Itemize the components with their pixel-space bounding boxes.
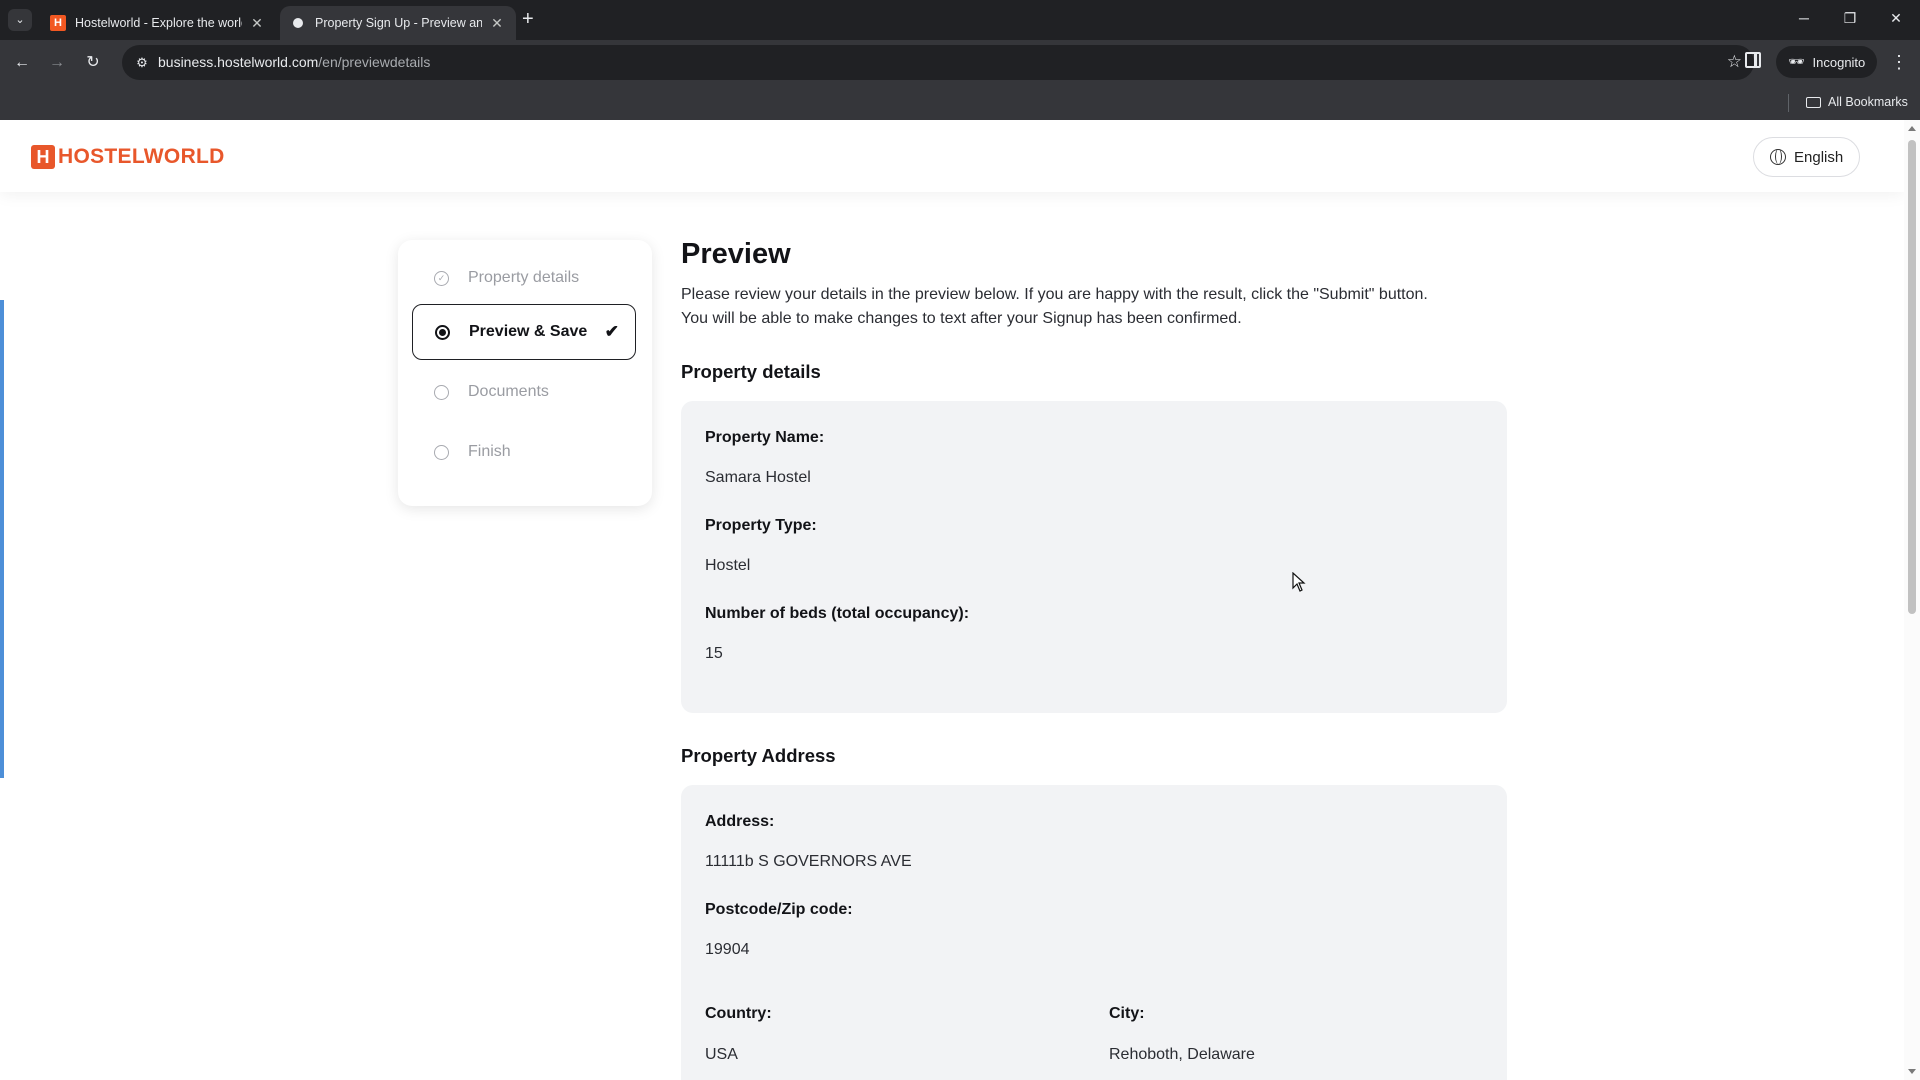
browser-tab-bar: ⌄ H Hostelworld - Explore the world ✕ Pr… — [0, 0, 1920, 40]
postcode-value: 19904 — [705, 941, 750, 958]
check-circle-icon: ✓ — [434, 270, 449, 286]
property-address-panel: Address: 11111b S GOVERNORS AVE Postcode… — [681, 785, 1507, 1080]
scroll-up-arrow-icon[interactable] — [1908, 126, 1916, 131]
postcode-label: Postcode/Zip code: — [705, 901, 853, 918]
close-window-icon[interactable]: ✕ — [1886, 10, 1906, 27]
close-tab-icon[interactable]: ✕ — [248, 15, 266, 32]
site-settings-icon[interactable]: ⚙ — [132, 53, 152, 73]
step-label: Preview & Save — [469, 323, 588, 340]
tab-title: Hostelworld - Explore the world — [75, 16, 242, 30]
logo-mark-icon: H — [31, 145, 55, 169]
step-label: Property details — [468, 269, 580, 286]
minimize-icon[interactable]: ─ — [1794, 10, 1814, 26]
signup-stepper: ✓ Property details Preview & Save ✔ Docu… — [398, 240, 652, 506]
all-bookmarks-label: All Bookmarks — [1828, 95, 1908, 109]
restore-icon[interactable]: ❐ — [1840, 10, 1860, 27]
tab-hostelworld[interactable]: H Hostelworld - Explore the world ✕ — [40, 6, 276, 40]
reload-icon[interactable]: ↻ — [81, 51, 105, 75]
back-icon[interactable]: ← — [10, 51, 34, 75]
browser-menu-icon[interactable]: ⋮ — [1890, 51, 1908, 73]
page-scrollbar[interactable] — [1904, 120, 1920, 1080]
address-label: Address: — [705, 813, 775, 830]
checkmark-icon: ✔ — [604, 322, 619, 341]
property-details-heading: Property details — [681, 361, 821, 382]
intro-line-1: Please review your details in the previe… — [681, 286, 1428, 303]
url-host: business.hostelworld.com — [158, 54, 319, 70]
tab-property-signup[interactable]: Property Sign Up - Preview and Save ✕ — [280, 6, 516, 40]
step-label: Finish — [468, 443, 511, 460]
scroll-down-arrow-icon[interactable] — [1908, 1069, 1916, 1074]
url-text[interactable]: business.hostelworld.com/en/previewdetai… — [158, 54, 430, 70]
number-of-beds-value: 15 — [705, 645, 723, 662]
step-finish[interactable]: Finish — [412, 424, 636, 480]
radio-selected-icon — [435, 324, 450, 340]
radio-empty-icon — [434, 444, 449, 460]
step-documents[interactable]: Documents — [412, 364, 636, 420]
bookmarks-bar: All Bookmarks — [0, 86, 1920, 120]
step-property-details[interactable]: ✓ Property details — [412, 250, 636, 306]
tab-search-button[interactable]: ⌄ — [8, 9, 32, 31]
city-label: City: — [1109, 1005, 1145, 1022]
address-value: 11111b S GOVERNORS AVE — [705, 853, 912, 870]
site-header: H HOSTELWORLD English — [0, 120, 1904, 192]
loading-dot-icon — [293, 18, 303, 28]
page-viewport: H HOSTELWORLD English ✓ Property details… — [0, 120, 1920, 1080]
country-value: USA — [705, 1046, 738, 1063]
forward-icon[interactable]: → — [45, 51, 69, 75]
property-type-value: Hostel — [705, 557, 751, 574]
bookmarks-divider — [1788, 94, 1789, 112]
page-title: Preview — [681, 238, 791, 270]
globe-icon — [1770, 149, 1786, 165]
tab-title: Property Sign Up - Preview and Save — [315, 16, 482, 30]
property-address-heading: Property Address — [681, 745, 836, 766]
url-path: /en/previewdetails — [318, 54, 431, 70]
property-details-panel: Property Name: Samara Hostel Property Ty… — [681, 401, 1507, 713]
country-label: Country: — [705, 1005, 772, 1022]
side-panel-icon[interactable] — [1745, 52, 1761, 68]
close-tab-icon[interactable]: ✕ — [488, 15, 506, 32]
scrollbar-thumb[interactable] — [1908, 140, 1916, 614]
hostelworld-logo[interactable]: H HOSTELWORLD — [31, 145, 225, 169]
hostelworld-favicon-icon: H — [50, 15, 66, 31]
incognito-badge[interactable]: 🕶 Incognito — [1776, 46, 1878, 78]
language-selector-button[interactable]: English — [1753, 137, 1861, 177]
incognito-label: Incognito — [1812, 54, 1866, 70]
address-bar[interactable]: ⚙ business.hostelworld.com/en/previewdet… — [122, 45, 1754, 80]
new-tab-button[interactable]: + — [522, 8, 534, 30]
intro-text: Please review your details in the previe… — [681, 283, 1507, 331]
step-label: Documents — [468, 383, 549, 400]
radio-empty-icon — [434, 384, 449, 400]
property-name-label: Property Name: — [705, 429, 825, 446]
logo-text: HOSTELWORLD — [58, 145, 225, 168]
language-label: English — [1794, 148, 1844, 166]
city-value: Rehoboth, Delaware — [1109, 1046, 1255, 1063]
bookmark-star-icon[interactable]: ☆ — [1727, 52, 1742, 72]
number-of-beds-label: Number of beds (total occupancy): — [705, 605, 970, 622]
folder-icon — [1806, 96, 1821, 108]
intro-line-2: You will be able to make changes to text… — [681, 310, 1242, 327]
property-name-value: Samara Hostel — [705, 469, 811, 486]
browser-toolbar: ← → ↻ ⚙ business.hostelworld.com/en/prev… — [0, 40, 1920, 86]
left-accent-bar — [0, 300, 4, 778]
incognito-icon: 🕶 — [1788, 54, 1805, 69]
property-type-label: Property Type: — [705, 517, 817, 534]
step-preview-save[interactable]: Preview & Save ✔ — [412, 304, 636, 360]
all-bookmarks-button[interactable]: All Bookmarks — [1806, 95, 1908, 109]
